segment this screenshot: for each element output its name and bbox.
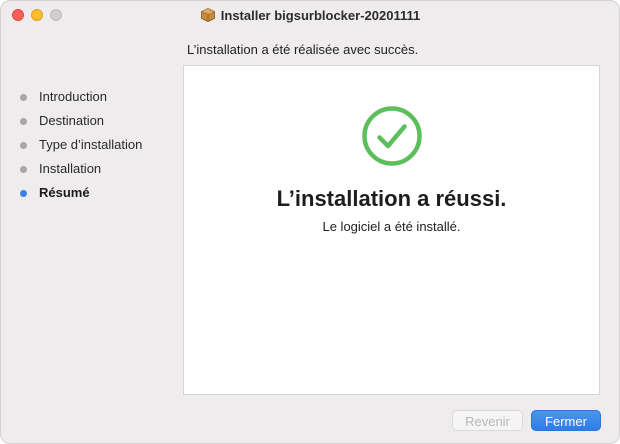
step-dot xyxy=(20,166,27,173)
sidebar-item-introduction: Introduction xyxy=(1,85,183,109)
sidebar-item-installation: Installation xyxy=(1,157,183,181)
sidebar-item-label: Type d’installation xyxy=(39,137,143,152)
sidebar-item-label: Introduction xyxy=(39,89,107,104)
sidebar-item-installation-type: Type d’installation xyxy=(1,133,183,157)
success-subtitle: Le logiciel a été installé. xyxy=(322,219,461,234)
close-button[interactable]: Fermer xyxy=(531,410,601,431)
checkmark-circle-icon xyxy=(361,105,423,167)
sidebar-item-summary: Résumé xyxy=(1,181,183,205)
step-dot xyxy=(20,142,27,149)
step-dot-active xyxy=(20,190,27,197)
sidebar-item-label: Destination xyxy=(39,113,105,128)
success-title: L’installation a réussi. xyxy=(276,186,507,211)
sidebar-item-destination: Destination xyxy=(1,109,183,133)
installer-window: Installer bigsurblocker-20201111 L’insta… xyxy=(0,0,620,444)
package-icon xyxy=(200,7,216,28)
step-dot xyxy=(20,118,27,125)
step-dot xyxy=(20,94,27,101)
back-button[interactable]: Revenir xyxy=(452,410,523,431)
sidebar-item-label: Résumé xyxy=(39,185,90,200)
summary-panel: L’installation a réussi. Le logiciel a é… xyxy=(183,65,600,395)
sidebar-item-label: Installation xyxy=(39,161,102,176)
window-title-group: Installer bigsurblocker-20201111 xyxy=(1,7,619,25)
title-bar[interactable]: Installer bigsurblocker-20201111 xyxy=(1,1,619,31)
step-heading: L’installation a été réalisée avec succè… xyxy=(187,42,419,57)
steps-sidebar: Introduction Destination Type d’installa… xyxy=(1,85,183,205)
window-title: Installer bigsurblocker-20201111 xyxy=(220,8,421,23)
